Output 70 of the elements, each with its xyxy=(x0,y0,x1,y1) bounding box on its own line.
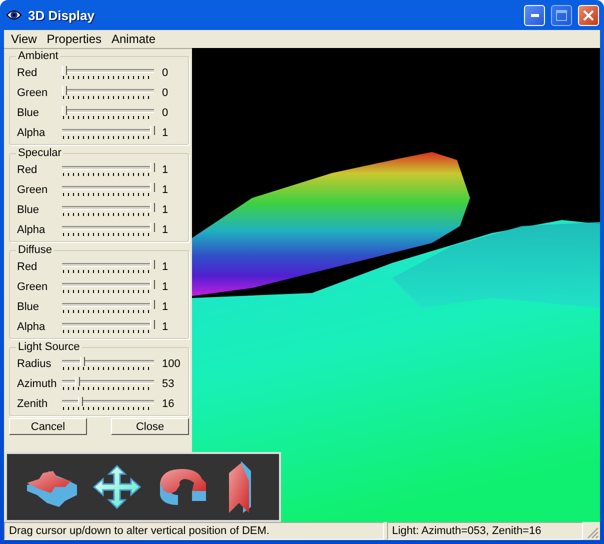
slider-label: Blue xyxy=(16,301,40,313)
slider-thumb[interactable] xyxy=(62,86,67,95)
slider-label: Radius xyxy=(16,358,52,370)
dialog-button[interactable]: Close xyxy=(111,418,189,435)
slider[interactable] xyxy=(62,85,154,101)
slider[interactable] xyxy=(62,182,154,198)
slider-value: 1 xyxy=(162,204,170,216)
slider-value: 1 xyxy=(162,261,170,273)
resize-grip-icon[interactable] xyxy=(586,526,600,540)
slider-label: Green xyxy=(16,281,49,293)
slider[interactable] xyxy=(62,259,154,275)
group-title: Specular xyxy=(17,147,62,160)
slider-value: 0 xyxy=(162,87,170,99)
slider-label: Red xyxy=(16,67,38,79)
group-title: Light Source xyxy=(17,341,81,354)
maximize-icon xyxy=(556,10,567,20)
slider[interactable] xyxy=(62,299,154,315)
slider[interactable] xyxy=(62,222,154,238)
slider[interactable] xyxy=(62,319,154,335)
close-icon xyxy=(583,10,594,20)
slider-thumb[interactable] xyxy=(80,357,85,366)
slider-value: 1 xyxy=(162,184,170,196)
slider[interactable] xyxy=(62,125,154,141)
slider-thumb[interactable] xyxy=(62,106,67,115)
slider[interactable] xyxy=(62,65,154,81)
slider[interactable] xyxy=(62,162,154,178)
slider-value: 1 xyxy=(162,164,170,176)
slider-label: Alpha xyxy=(16,321,46,333)
slider[interactable] xyxy=(62,202,154,218)
slider-label: Alpha xyxy=(16,224,46,236)
slider[interactable] xyxy=(62,396,154,412)
slider-label: Green xyxy=(16,184,49,196)
slider[interactable] xyxy=(62,376,154,392)
minimize-icon xyxy=(530,14,538,16)
slider-label: Blue xyxy=(16,107,40,119)
slider-label: Alpha xyxy=(16,127,46,139)
menu-item[interactable]: Properties xyxy=(42,32,106,46)
slider-label: Zenith xyxy=(16,398,49,410)
slider-value: 0 xyxy=(162,107,170,119)
slider-value: 53 xyxy=(162,378,176,390)
slider-value: 1 xyxy=(162,321,170,333)
slider[interactable] xyxy=(62,356,154,372)
slider-thumb[interactable] xyxy=(62,66,67,75)
slider-label: Azimuth xyxy=(16,378,58,390)
slider-value: 100 xyxy=(162,358,182,370)
menu-item[interactable]: View xyxy=(6,32,42,46)
slider-label: Red xyxy=(16,261,38,273)
slider-value: 1 xyxy=(162,281,170,293)
slider[interactable] xyxy=(62,279,154,295)
slider-label: Red xyxy=(16,164,38,176)
status-message: Drag cursor up/down to alter vertical position of DEM. xyxy=(4,522,384,540)
slider-value: 16 xyxy=(162,398,176,410)
group-title: Ambient xyxy=(17,50,60,63)
window-title: 3D Display xyxy=(28,8,96,22)
slider-label: Blue xyxy=(16,204,40,216)
terrain-render-drawing[interactable] xyxy=(192,48,600,520)
minimize-button[interactable] xyxy=(524,4,545,26)
slider-value: 1 xyxy=(162,301,170,313)
status-light: Light: Azimuth=053, Zenith=16 xyxy=(387,522,583,540)
slider-thumb[interactable] xyxy=(75,377,80,386)
slider-value: 1 xyxy=(162,127,170,139)
slider-value: 1 xyxy=(162,224,170,236)
menu-item[interactable]: Animate xyxy=(106,32,161,46)
slider-label: Green xyxy=(16,87,49,99)
slider-value: 0 xyxy=(162,67,170,79)
slider[interactable] xyxy=(62,105,154,121)
group-title: Diffuse xyxy=(17,244,54,257)
close-button[interactable] xyxy=(578,4,599,26)
dialog-button[interactable]: Cancel xyxy=(9,418,87,435)
eye-icon xyxy=(6,8,22,22)
